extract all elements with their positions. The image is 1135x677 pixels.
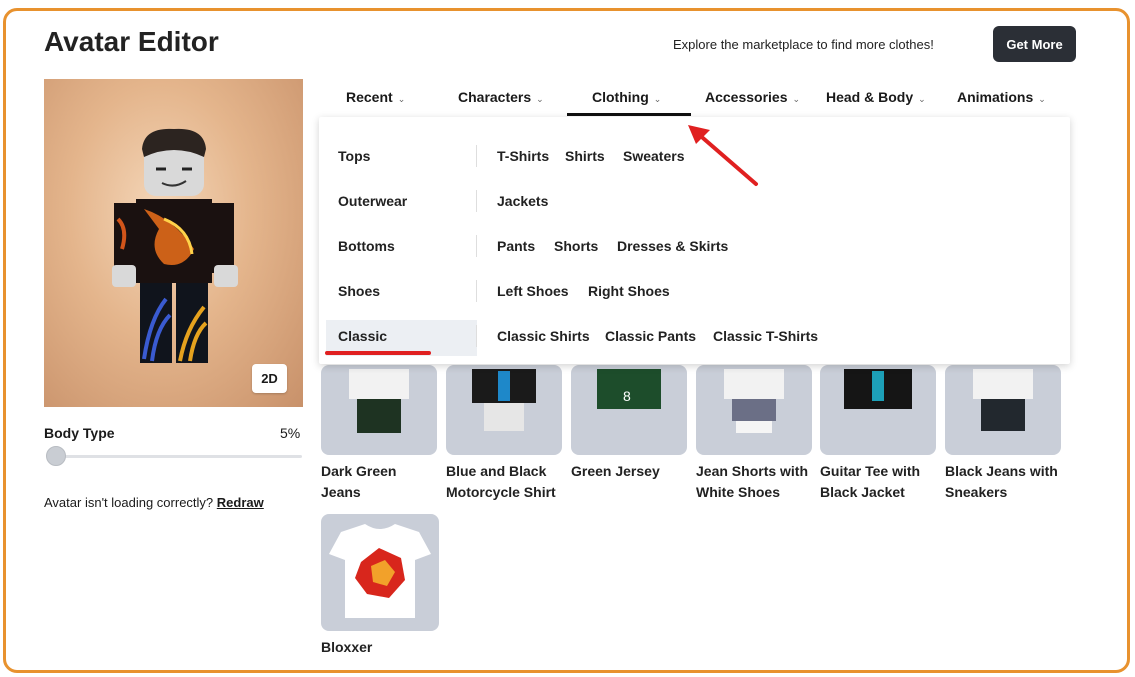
- shirt-item-icon: [472, 369, 536, 431]
- chevron-down-icon: ⌄: [918, 94, 926, 104]
- chevron-down-icon: ⌄: [1038, 94, 1046, 104]
- item-name[interactable]: Green Jersey: [571, 461, 696, 482]
- tab-animations[interactable]: Animations ⌄: [957, 89, 1046, 105]
- chevron-down-icon: ⌄: [653, 94, 662, 104]
- menu-item-right-shoes[interactable]: Right Shoes: [588, 283, 670, 299]
- menu-divider: [476, 325, 477, 347]
- menu-item-pants[interactable]: Pants: [497, 238, 535, 254]
- get-more-button[interactable]: Get More: [993, 26, 1076, 62]
- loading-issue-line: Avatar isn't loading correctly? Redraw: [44, 495, 264, 510]
- chevron-down-icon: ⌄: [792, 94, 801, 104]
- chevron-down-icon: ⌄: [397, 94, 406, 104]
- item-thumbnail[interactable]: [321, 365, 437, 455]
- item-thumbnail[interactable]: [321, 514, 439, 631]
- menu-item-dresses-skirts[interactable]: Dresses & Skirts: [617, 238, 728, 254]
- menu-item-classic-shirts[interactable]: Classic Shirts: [497, 328, 590, 344]
- item-name[interactable]: Dark Green Jeans: [321, 461, 446, 503]
- menu-item-tshirts[interactable]: T-Shirts: [497, 148, 549, 164]
- item-thumbnail[interactable]: 8: [571, 365, 687, 455]
- menu-category-classic[interactable]: Classic: [338, 328, 387, 344]
- svg-text:8: 8: [623, 388, 631, 404]
- menu-category-tops[interactable]: Tops: [338, 148, 370, 164]
- body-type-label: Body Type: [44, 425, 115, 441]
- menu-divider: [476, 145, 477, 167]
- annotation-underline: [325, 351, 431, 355]
- menu-item-classic-tshirts[interactable]: Classic T-Shirts: [713, 328, 818, 344]
- item-name[interactable]: Black Jeans with Sneakers: [945, 461, 1070, 503]
- menu-category-shoes[interactable]: Shoes: [338, 283, 380, 299]
- pants-item-icon: [349, 369, 409, 433]
- item-thumbnail[interactable]: [446, 365, 562, 455]
- item-thumbnail[interactable]: [696, 365, 812, 455]
- loading-issue-text: Avatar isn't loading correctly?: [44, 495, 214, 510]
- jacket-item-icon: [844, 369, 912, 409]
- body-type-slider[interactable]: [48, 455, 302, 458]
- tab-characters[interactable]: Characters ⌄: [458, 89, 544, 105]
- menu-item-left-shoes[interactable]: Left Shoes: [497, 283, 569, 299]
- tab-head-body[interactable]: Head & Body ⌄: [826, 89, 926, 105]
- avatar-figure-icon: [112, 128, 238, 363]
- item-name[interactable]: Bloxxer: [321, 637, 446, 658]
- menu-divider: [476, 280, 477, 302]
- redraw-link[interactable]: Redraw: [217, 495, 264, 510]
- page-title: Avatar Editor: [44, 26, 219, 57]
- bloxxer-tshirt-icon: [329, 524, 431, 618]
- menu-category-bottoms[interactable]: Bottoms: [338, 238, 395, 254]
- avatar-preview: 2D: [44, 79, 303, 407]
- menu-item-shorts[interactable]: Shorts: [554, 238, 598, 254]
- menu-category-outerwear[interactable]: Outerwear: [338, 193, 407, 209]
- body-type-value: 5%: [280, 425, 301, 441]
- item-name[interactable]: Jean Shorts with White Shoes: [696, 461, 821, 503]
- shorts-item-icon: [724, 369, 784, 433]
- tab-clothing[interactable]: Clothing ⌄: [592, 89, 661, 105]
- marketplace-promo-text: Explore the marketplace to find more clo…: [673, 37, 934, 52]
- jersey-item-icon: 8: [597, 369, 661, 409]
- annotation-arrow-icon: [688, 125, 758, 186]
- chevron-down-icon: ⌄: [536, 94, 544, 104]
- menu-item-classic-pants[interactable]: Classic Pants: [605, 328, 696, 344]
- item-name[interactable]: Blue and Black Motorcycle Shirt: [446, 461, 571, 503]
- menu-item-sweaters[interactable]: Sweaters: [623, 148, 684, 164]
- active-tab-indicator: [567, 113, 691, 116]
- menu-divider: [476, 190, 477, 212]
- menu-item-shirts[interactable]: Shirts: [565, 148, 605, 164]
- item-thumbnail[interactable]: [820, 365, 936, 455]
- jeans-item-icon: [973, 369, 1033, 431]
- tab-accessories[interactable]: Accessories ⌄: [705, 89, 800, 105]
- menu-item-jackets[interactable]: Jackets: [497, 193, 548, 209]
- menu-divider: [476, 235, 477, 257]
- item-name[interactable]: Guitar Tee with Black Jacket: [820, 461, 945, 503]
- tab-recent[interactable]: Recent ⌄: [346, 89, 405, 105]
- item-thumbnail[interactable]: [945, 365, 1061, 455]
- body-type-slider-thumb[interactable]: [46, 446, 66, 466]
- view-2d-button[interactable]: 2D: [252, 364, 287, 393]
